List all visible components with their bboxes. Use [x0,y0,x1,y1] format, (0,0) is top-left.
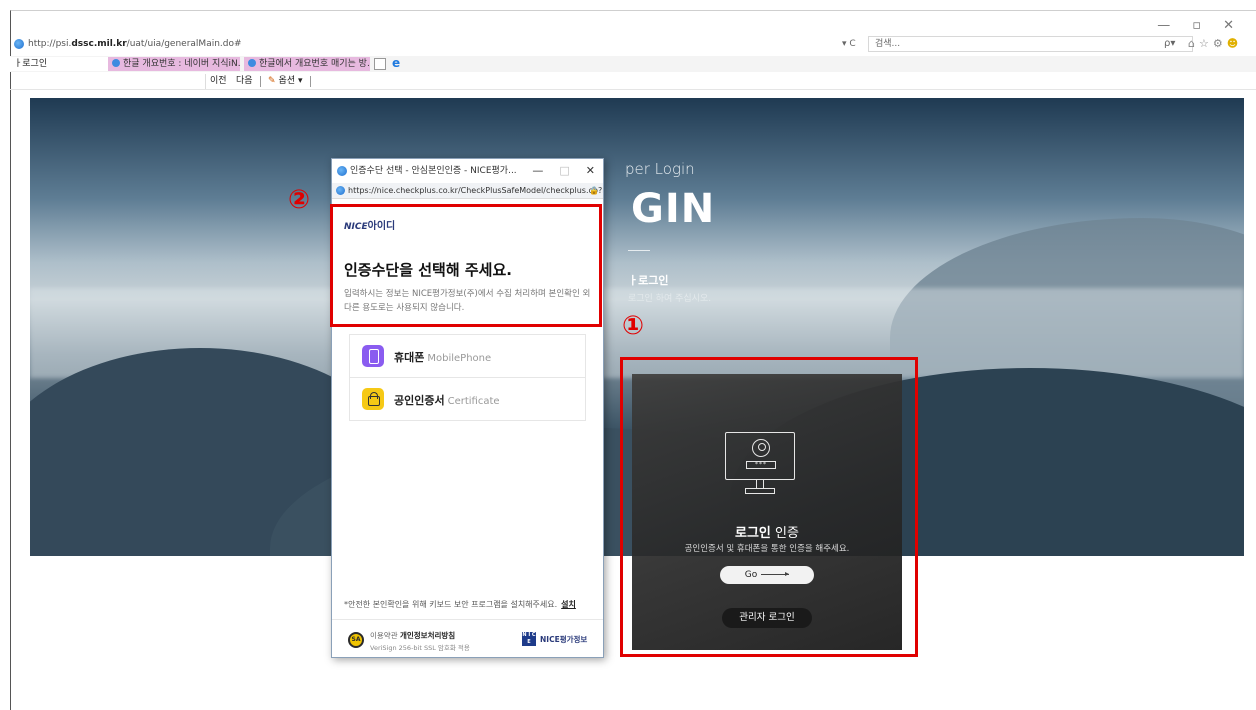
security-note: *안전한 본인확인을 위해 키보드 보안 프로그램을 설치해주세요. 설치 [344,599,576,610]
popup-url: https://nice.checkplus.co.kr/CheckPlusSa… [348,186,603,195]
minimize-button[interactable]: — [532,159,543,183]
auth-label: 휴대폰 [394,351,425,364]
find-next-button[interactable]: 다음 [236,74,253,89]
auth-mobile-phone[interactable]: 휴대폰 MobilePhone [349,334,586,378]
badge-one: ① [622,311,645,341]
ie-icon [112,59,120,67]
tab-strip: ㅏ로그인 × 한글 개요번호 : 네이버 지식iN... 한글에서 개요번호 매… [10,56,1256,72]
tab-label: ㅏ로그인 [14,59,48,69]
popup-window-controls: — □ ✕ [532,159,595,183]
window-controls: — ▫ ✕ [1157,18,1234,33]
smiley-icon[interactable]: ☻ [1227,36,1238,52]
auth-method-list: 휴대폰 MobilePhone 공인인증서 Certificate [349,334,586,421]
hero-desc: 로그인 하여 주십시오. [628,294,712,304]
favorites-icon[interactable]: ☆ [1199,36,1209,52]
divider [628,250,650,251]
minimize-button[interactable]: — [1157,18,1170,33]
hero-heading: ㅏ로그인 [628,274,669,287]
find-bar: 이전 다음 ✎ 옵션 ▾ [10,74,1256,90]
install-link[interactable]: 설치 [561,600,576,609]
maximize-button[interactable]: ▫ [1192,18,1201,33]
badge-two: ② [288,185,311,215]
find-options-button[interactable]: ✎ 옵션 ▾ [268,74,303,89]
address-bar[interactable]: http://psi.dssc.mil.kr/uat/uia/generalMa… [14,36,850,52]
maximize-button[interactable]: □ [559,159,569,183]
edge-icon[interactable]: e [392,56,400,70]
highlight-box-2 [330,204,602,327]
popup-address-bar[interactable]: https://nice.checkplus.co.kr/CheckPlusSa… [332,183,603,199]
gear-icon[interactable]: ⚙ [1213,36,1223,52]
lock-icon [362,388,384,410]
sa-seal-icon: SA [348,632,364,648]
browser-toolbar: ⌂ ☆ ⚙ ☻ [1188,36,1238,52]
security-note-text: *안전한 본인확인을 위해 키보드 보안 프로그램을 설치해주세요. [344,600,558,609]
divider [260,76,261,87]
auth-label: 공인인증서 [394,394,445,407]
ie-icon [336,186,345,195]
home-icon[interactable]: ⌂ [1188,36,1195,52]
popup-footer: SA 이용약관 개인정보처리방침 VeriSign 256-bit SSL 암호… [332,619,603,657]
pen-icon: ✎ [268,76,276,86]
popup-titlebar: 인증수단 선택 - 안심본인인증 - NICE평가... — □ ✕ [332,159,603,183]
ie-icon [248,59,256,67]
phone-icon [362,345,384,367]
nice-footer-logo: N I C E NICE평가정보 [522,632,587,646]
ie-icon [337,166,347,176]
url-prefix: http://psi. [28,39,72,49]
url-host: dssc.mil.kr [71,39,127,49]
nice-logo-mark: N I C E [522,632,536,646]
nice-logo-text: NICE평가정보 [540,634,588,644]
privacy-policy-link[interactable]: 개인정보처리방침 [400,631,455,640]
divider [310,76,311,87]
terms-link[interactable]: 이용약관 [370,631,400,640]
lock-icon: 🔒 [589,186,599,195]
tab-label: 한글 개요번호 : 네이버 지식iN... [123,59,240,69]
hero-title: GIN [631,186,716,232]
auth-label-en: Certificate [447,396,500,407]
tab-hangul[interactable]: 한글에서 개요번호 매기는 방... [244,57,370,71]
close-button[interactable]: ✕ [586,159,595,183]
privacy-link[interactable]: 이용약관 개인정보처리방침 [370,630,455,641]
hero-subtitle: per Login [625,160,695,178]
search-input[interactable]: 검색... [868,36,1193,52]
close-button[interactable]: ✕ [1223,18,1234,33]
refresh-icon[interactable]: ▾ C [842,36,856,52]
address-row: http://psi.dssc.mil.kr/uat/uia/generalMa… [10,36,1256,52]
tab-naver[interactable]: 한글 개요번호 : 네이버 지식iN... [108,57,240,71]
new-tab-button[interactable] [374,58,386,70]
highlight-box-1 [620,357,918,657]
auth-certificate[interactable]: 공인인증서 Certificate [349,377,586,421]
auth-label-en: MobilePhone [427,353,492,364]
ssl-note: VeriSign 256-bit SSL 암호화 적용 [370,644,470,652]
ie-icon [14,39,24,49]
search-icon[interactable]: ρ▾ [1164,36,1175,52]
find-options-label: 옵션 ▾ [278,76,303,86]
tab-label: 한글에서 개요번호 매기는 방... [259,59,370,69]
find-input[interactable] [10,74,206,89]
url-path: /uat/uia/generalMain.do# [126,39,242,49]
popup-window-title: 인증수단 선택 - 안심본인인증 - NICE평가... [350,166,517,176]
find-prev-button[interactable]: 이전 [210,74,227,89]
